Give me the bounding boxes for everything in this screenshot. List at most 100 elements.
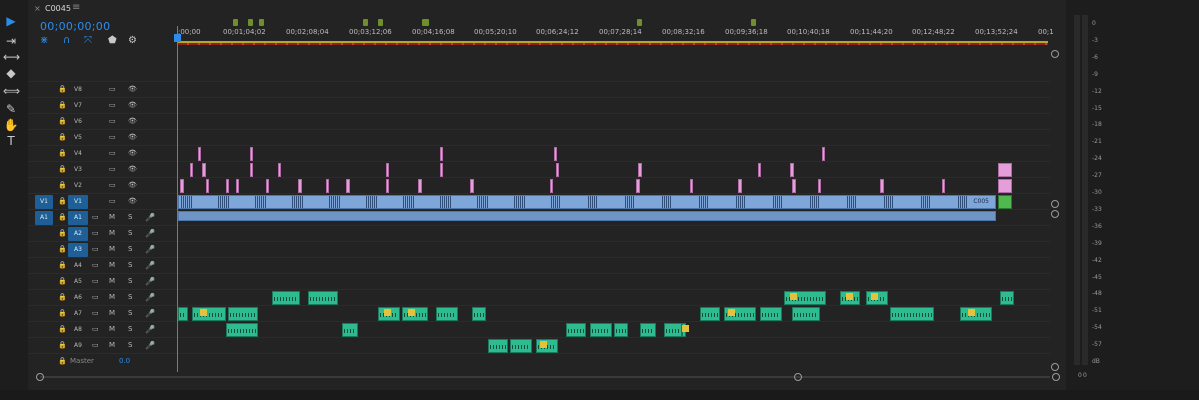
mute-button[interactable]: M — [109, 261, 115, 269]
mute-button[interactable]: M — [109, 277, 115, 285]
panel-menu-icon[interactable]: ≡ — [72, 2, 80, 13]
track-target-v2[interactable]: V2 — [68, 179, 88, 193]
track-lane-v1[interactable]: C005 — [178, 194, 1048, 210]
hscroll-track[interactable] — [40, 376, 1050, 378]
graphic-clip[interactable] — [638, 163, 642, 177]
track-target-a6[interactable]: A6 — [68, 291, 88, 305]
graphic-clip[interactable] — [236, 179, 239, 193]
scroll-knob-bottom[interactable] — [1051, 363, 1059, 371]
audio-clip[interactable] — [792, 307, 820, 321]
solo-button[interactable]: S — [128, 341, 132, 349]
track-lock-icon[interactable]: 🔒 — [58, 293, 67, 301]
playhead-timecode[interactable]: 00;00;00;00 — [40, 20, 110, 33]
sync-lock-icon[interactable]: ▭ — [109, 85, 116, 93]
voiceover-mic-icon[interactable]: 🎤 — [145, 293, 155, 302]
solo-button[interactable]: S — [128, 261, 132, 269]
sequence-marker[interactable] — [378, 19, 383, 26]
type-tool-icon[interactable]: T — [3, 134, 19, 148]
graphic-clip[interactable] — [998, 179, 1012, 193]
audio-clip[interactable] — [700, 307, 720, 321]
sync-lock-icon[interactable]: ▭ — [109, 165, 116, 173]
graphic-clip[interactable] — [278, 163, 281, 177]
track-lane-a7[interactable] — [178, 306, 1048, 322]
scroll-knob-top[interactable] — [1051, 50, 1059, 58]
graphic-clip[interactable] — [266, 179, 269, 193]
track-output-eye-icon[interactable]: 👁 — [128, 101, 137, 109]
ripple-edit-tool-icon[interactable]: ⟷ — [3, 50, 20, 64]
audio-clip[interactable] — [308, 291, 338, 305]
audio-clip[interactable] — [614, 323, 628, 337]
sync-lock-icon[interactable]: ▭ — [109, 181, 116, 189]
sync-lock-icon[interactable]: ▭ — [92, 325, 99, 333]
track-lane-a1[interactable] — [178, 210, 1048, 226]
track-lane-a9[interactable] — [178, 338, 1048, 354]
sequence-marker[interactable] — [363, 19, 368, 26]
audio-clip[interactable] — [402, 307, 428, 321]
graphic-clip[interactable] — [202, 163, 206, 177]
track-lane-a2[interactable] — [178, 226, 1048, 242]
snap-magnet-icon[interactable]: ∩ — [63, 35, 70, 46]
mute-button[interactable]: M — [109, 245, 115, 253]
track-lane-v3[interactable] — [178, 162, 1048, 178]
graphic-clip[interactable] — [180, 179, 184, 193]
sync-lock-icon[interactable]: ▭ — [92, 245, 99, 253]
track-lane-a5[interactable] — [178, 274, 1048, 290]
hscroll-knob-right[interactable] — [794, 373, 802, 381]
horizontal-scrollbar[interactable] — [28, 373, 1066, 381]
track-lock-icon[interactable]: 🔒 — [58, 149, 67, 157]
audio-clip[interactable] — [1000, 291, 1014, 305]
close-tab-icon[interactable]: × — [34, 4, 41, 13]
track-lock-icon[interactable]: 🔒 — [58, 277, 67, 285]
sync-lock-icon[interactable]: ▭ — [92, 341, 99, 349]
graphic-clip[interactable] — [386, 163, 389, 177]
audio-clip[interactable] — [436, 307, 458, 321]
sequence-tab[interactable]: C0045 — [45, 4, 71, 13]
track-target-a8[interactable]: A8 — [68, 323, 88, 337]
audio-clip[interactable] — [566, 323, 586, 337]
solo-button[interactable]: S — [128, 325, 132, 333]
track-output-eye-icon[interactable]: 👁 — [128, 133, 137, 141]
voiceover-mic-icon[interactable]: 🎤 — [145, 261, 155, 270]
graphic-clip[interactable] — [554, 147, 557, 161]
track-output-eye-icon[interactable]: 👁 — [128, 149, 137, 157]
audio-clip[interactable] — [342, 323, 358, 337]
audio-clip[interactable] — [178, 307, 188, 321]
source-patch-v1[interactable]: V1 — [35, 195, 53, 209]
graphic-clip[interactable] — [470, 179, 474, 193]
add-marker-icon[interactable]: ⬟ — [108, 35, 117, 46]
track-lock-icon[interactable]: 🔒 — [58, 245, 67, 253]
graphic-clip[interactable] — [556, 163, 559, 177]
scroll-knob-audio[interactable] — [1051, 210, 1059, 218]
audio-clip[interactable] — [760, 307, 782, 321]
hscroll-knob-end[interactable] — [1052, 373, 1060, 381]
audio-clip[interactable] — [472, 307, 486, 321]
sequence-marker[interactable] — [424, 19, 429, 26]
pen-tool-icon[interactable]: ✎ — [3, 102, 19, 116]
graphic-clip[interactable] — [818, 179, 821, 193]
graphic-clip[interactable] — [690, 179, 693, 193]
graphic-clip[interactable] — [386, 179, 389, 193]
graphic-clip[interactable] — [942, 179, 945, 193]
graphic-clip[interactable] — [346, 179, 350, 193]
audio-clip-sequence[interactable] — [178, 211, 996, 221]
source-patch-a1[interactable]: A1 — [35, 211, 53, 225]
slip-tool-icon[interactable]: ⟺ — [3, 84, 20, 98]
track-output-eye-icon[interactable]: 👁 — [128, 85, 137, 93]
sequence-marker[interactable] — [248, 19, 253, 26]
audio-clip[interactable] — [640, 323, 656, 337]
audio-clip[interactable] — [664, 323, 682, 337]
audio-clip[interactable] — [272, 291, 300, 305]
sync-lock-icon[interactable]: ▭ — [92, 293, 99, 301]
mute-button[interactable]: M — [109, 213, 115, 221]
scroll-knob-video[interactable] — [1051, 200, 1059, 208]
track-output-eye-icon[interactable]: 👁 — [128, 165, 137, 173]
mute-button[interactable]: M — [109, 325, 115, 333]
track-target-a2[interactable]: A2 — [68, 227, 88, 241]
track-lane-a3[interactable] — [178, 242, 1048, 258]
track-lock-icon[interactable]: 🔒 — [58, 117, 67, 125]
voiceover-mic-icon[interactable]: 🎤 — [145, 277, 155, 286]
sync-lock-icon[interactable]: ▭ — [109, 117, 116, 125]
audio-clip[interactable] — [226, 323, 258, 337]
track-target-v1[interactable]: V1 — [68, 195, 88, 209]
track-lock-icon[interactable]: 🔒 — [58, 85, 67, 93]
